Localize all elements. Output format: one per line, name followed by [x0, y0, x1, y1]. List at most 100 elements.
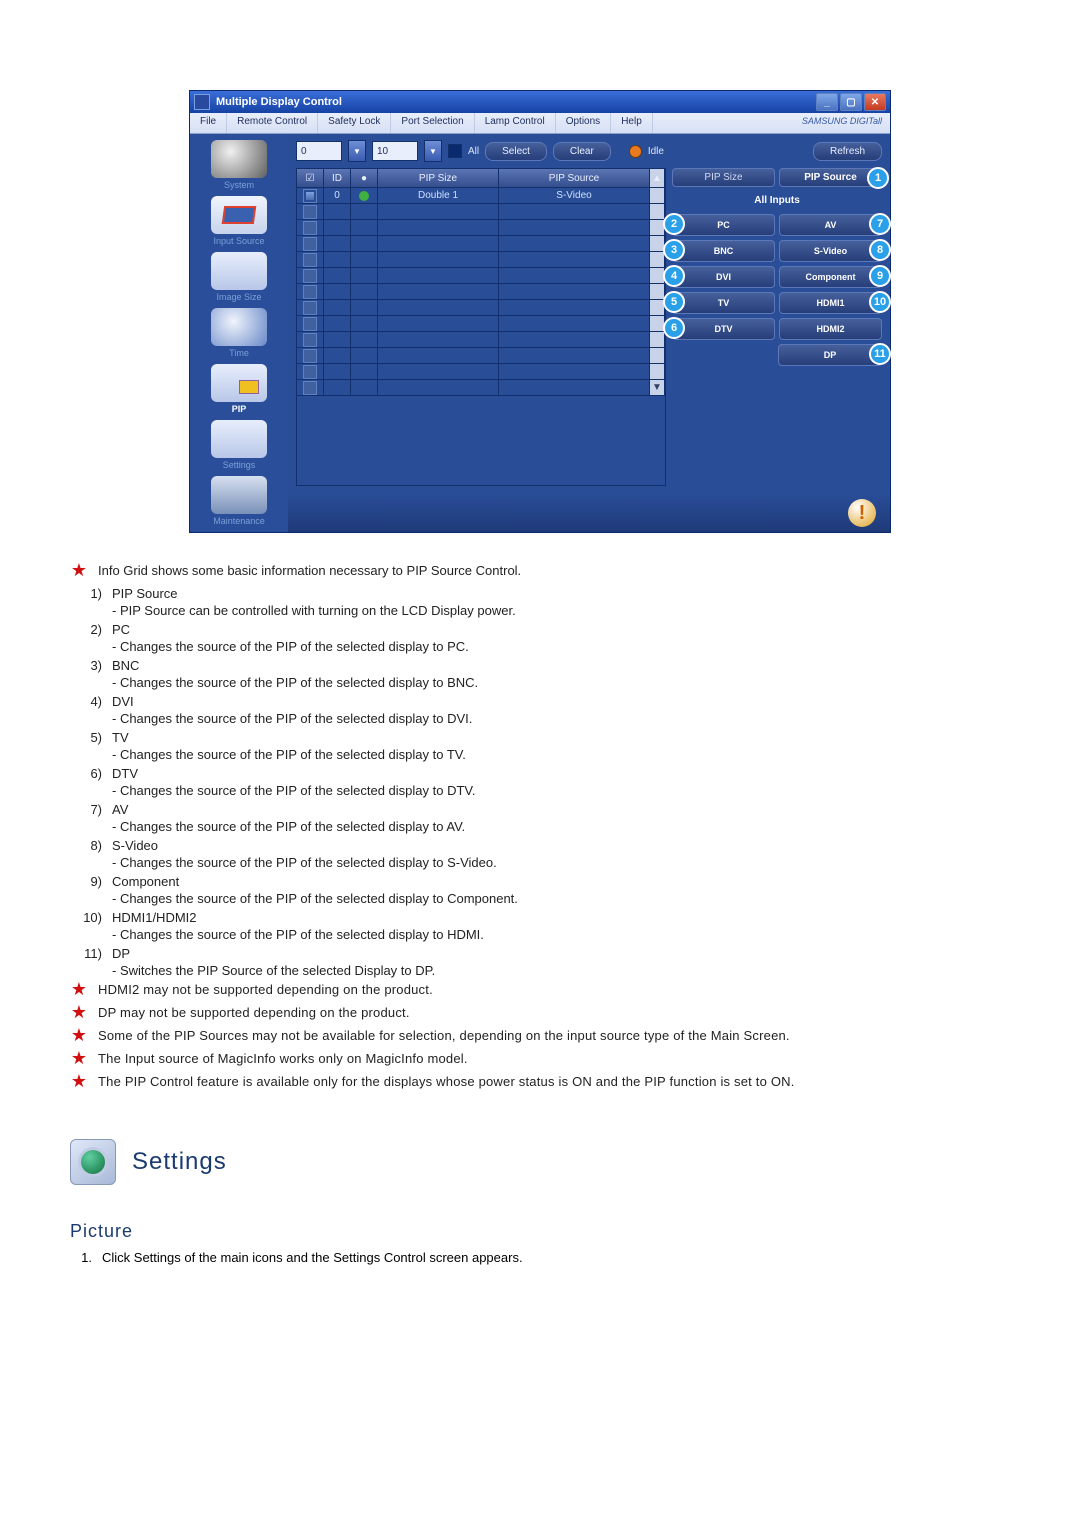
row-checkbox[interactable] — [303, 189, 317, 203]
settings-heading-icon — [70, 1139, 116, 1185]
note-item: 9)Component- Changes the source of the P… — [70, 874, 1010, 906]
warn-pip-on: The PIP Control feature is available onl… — [98, 1074, 1010, 1089]
menu-lamp-control[interactable]: Lamp Control — [475, 113, 556, 133]
note-item: 3)BNC- Changes the source of the PIP of … — [70, 658, 1010, 690]
app-body: System Input Source Image Size Time PIP — [190, 134, 890, 532]
menu-remote-control[interactable]: Remote Control — [227, 113, 318, 133]
warn-magicinfo: The Input source of MagicInfo works only… — [98, 1051, 1010, 1066]
btn-pc[interactable]: 2 PC — [672, 214, 775, 236]
titlebar: Multiple Display Control _ ▢ ✕ — [190, 91, 890, 113]
sidebar-item-time[interactable]: Time — [194, 308, 284, 358]
btn-dp[interactable]: DP 11 — [778, 344, 882, 366]
close-button[interactable]: ✕ — [864, 93, 886, 111]
warn-dp: DP may not be supported depending on the… — [98, 1005, 1010, 1020]
warn-sources: Some of the PIP Sources may not be avail… — [98, 1028, 1010, 1043]
image-size-icon — [211, 252, 267, 290]
warn-hdmi2: HDMI2 may not be supported depending on … — [98, 982, 1010, 997]
all-label: All — [468, 146, 479, 157]
grid-row[interactable]: 0 Double 1 S-Video — [297, 188, 665, 204]
sidebar-item-maintenance[interactable]: Maintenance — [194, 476, 284, 526]
col-status[interactable]: ● — [351, 169, 378, 187]
panel-title: All Inputs — [672, 191, 882, 210]
idle-radio[interactable] — [629, 145, 642, 158]
warning-icon: ! — [848, 499, 876, 527]
tab-pip-size[interactable]: PIP Size — [672, 168, 775, 187]
star-icon: ★ — [70, 1051, 88, 1066]
btn-svideo[interactable]: S-Video 8 — [779, 240, 882, 262]
settings-icon — [211, 420, 267, 458]
btn-hdmi2[interactable]: HDMI2 — [779, 318, 882, 340]
row-status — [351, 188, 378, 204]
brand-label: SAMSUNG DIGITall — [794, 113, 890, 133]
main-area: ▼ ▼ All Select Clear Idle Refresh — [288, 134, 890, 532]
star-icon: ★ — [70, 563, 88, 578]
scroll-down[interactable]: ▼ — [650, 380, 665, 396]
callout-2: 2 — [663, 213, 685, 235]
sidebar: System Input Source Image Size Time PIP — [190, 134, 288, 532]
notes-list: 1)PIP Source- PIP Source can be controll… — [70, 586, 1010, 978]
app-window: Multiple Display Control _ ▢ ✕ File Remo… — [189, 90, 891, 533]
system-icon — [211, 140, 267, 178]
btn-component[interactable]: Component 9 — [779, 266, 882, 288]
menu-options[interactable]: Options — [556, 113, 611, 133]
picture-subtitle: Picture — [70, 1221, 1010, 1242]
info-grid: ☑ ID ● PIP Size PIP Source ▲ 0 — [296, 168, 666, 486]
note-item: 6)DTV- Changes the source of the PIP of … — [70, 766, 1010, 798]
sidebar-item-image-size[interactable]: Image Size — [194, 252, 284, 302]
menubar: File Remote Control Safety Lock Port Sel… — [190, 113, 890, 134]
notes-section: ★ Info Grid shows some basic information… — [70, 563, 1010, 1089]
range-start-input[interactable] — [296, 141, 342, 161]
callout-3: 3 — [663, 239, 685, 261]
note-item: 8)S-Video- Changes the source of the PIP… — [70, 838, 1010, 870]
sidebar-item-input-source[interactable]: Input Source — [194, 196, 284, 246]
time-icon — [211, 308, 267, 346]
refresh-button[interactable]: Refresh — [813, 142, 882, 161]
row-pip-size: Double 1 — [378, 188, 499, 204]
all-checkbox[interactable] — [448, 144, 462, 158]
btn-hdmi1[interactable]: HDMI1 10 — [779, 292, 882, 314]
btn-tv[interactable]: 5 TV — [672, 292, 775, 314]
star-icon: ★ — [70, 982, 88, 997]
menu-help[interactable]: Help — [611, 113, 653, 133]
callout-10: 10 — [869, 291, 891, 313]
btn-dvi[interactable]: 4 DVI — [672, 266, 775, 288]
callout-8: 8 — [869, 239, 891, 261]
callout-1: 1 — [867, 167, 889, 189]
settings-heading: Settings — [70, 1139, 1010, 1185]
sidebar-item-system[interactable]: System — [194, 140, 284, 190]
minimize-button[interactable]: _ — [816, 93, 838, 111]
maximize-button[interactable]: ▢ — [840, 93, 862, 111]
note-item: 7)AV- Changes the source of the PIP of t… — [70, 802, 1010, 834]
window-title: Multiple Display Control — [216, 96, 816, 108]
input-source-icon — [211, 196, 267, 234]
col-pip-size[interactable]: PIP Size — [378, 169, 499, 187]
sidebar-item-settings[interactable]: Settings — [194, 420, 284, 470]
range-start-dropdown[interactable]: ▼ — [348, 140, 366, 162]
grid-body: 0 Double 1 S-Video — [296, 188, 666, 486]
range-end-input[interactable] — [372, 141, 418, 161]
callout-6: 6 — [663, 317, 685, 339]
sidebar-item-pip[interactable]: PIP — [194, 364, 284, 414]
settings-step-1: 1. Click Settings of the main icons and … — [70, 1250, 1010, 1265]
scroll-up[interactable]: ▲ — [650, 169, 665, 187]
pip-icon — [211, 364, 267, 402]
btn-dtv[interactable]: 6 DTV — [672, 318, 775, 340]
grid-header: ☑ ID ● PIP Size PIP Source ▲ — [296, 168, 666, 188]
col-id[interactable]: ID — [324, 169, 351, 187]
menu-port-selection[interactable]: Port Selection — [391, 113, 474, 133]
settings-title: Settings — [132, 1148, 227, 1176]
note-item: 4)DVI- Changes the source of the PIP of … — [70, 694, 1010, 726]
tab-pip-source[interactable]: PIP Source 1 — [779, 168, 882, 187]
col-checkbox[interactable]: ☑ — [297, 169, 324, 187]
toolbar: ▼ ▼ All Select Clear Idle Refresh — [288, 134, 890, 168]
range-end-dropdown[interactable]: ▼ — [424, 140, 442, 162]
btn-bnc[interactable]: 3 BNC — [672, 240, 775, 262]
menu-file[interactable]: File — [190, 113, 227, 133]
col-pip-source[interactable]: PIP Source — [499, 169, 650, 187]
note-item: 1)PIP Source- PIP Source can be controll… — [70, 586, 1010, 618]
clear-button[interactable]: Clear — [553, 142, 611, 161]
select-button[interactable]: Select — [485, 142, 547, 161]
scroll-thumb[interactable] — [650, 188, 665, 204]
btn-av[interactable]: AV 7 — [779, 214, 882, 236]
menu-safety-lock[interactable]: Safety Lock — [318, 113, 391, 133]
